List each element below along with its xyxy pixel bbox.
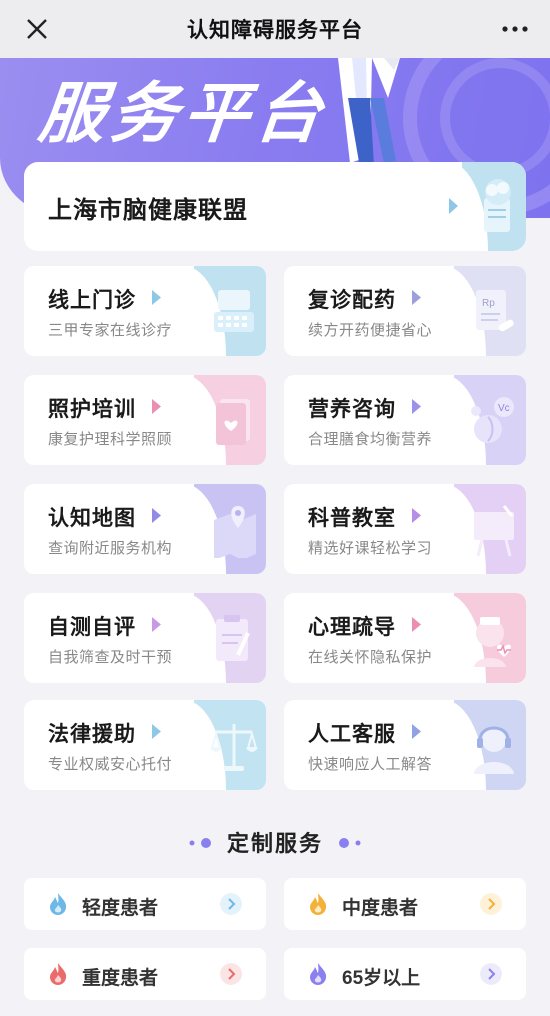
arrow-right-icon xyxy=(152,617,161,632)
keyboard-icon xyxy=(214,290,254,332)
service-title: 营养咨询 xyxy=(308,398,396,421)
service-subtitle: 专业权威安心托付 xyxy=(48,756,173,773)
custom-service-label: 重度患者 xyxy=(82,968,159,989)
care-book-icon xyxy=(216,399,250,445)
service-title: 人工客服 xyxy=(308,723,396,746)
service-subtitle: 合理膳食均衡营养 xyxy=(308,431,433,448)
service-tile-psychological-counseling[interactable]: 心理疏导 在线关怀隐私保护 xyxy=(284,593,526,683)
flame-icon xyxy=(310,963,327,985)
service-tile-self-assessment[interactable]: 自测自评 自我筛查及时干预 xyxy=(24,593,266,683)
clipboard-icon xyxy=(216,615,250,661)
custom-service-label: 65岁以上 xyxy=(342,968,421,989)
service-subtitle: 续方开药便捷省心 xyxy=(308,322,433,339)
service-subtitle: 查询附近服务机构 xyxy=(48,540,173,557)
service-subtitle: 自我筛查及时干预 xyxy=(48,649,173,666)
custom-service-over-65[interactable]: 65岁以上 xyxy=(284,948,526,1000)
service-tile-nutrition-consult[interactable]: Vc 营养咨询 合理膳食均衡营养 xyxy=(284,375,526,465)
blackboard-icon xyxy=(474,505,514,557)
prescription-icon: Rp xyxy=(476,290,514,332)
chevron-right-icon xyxy=(220,963,242,985)
banner-title: 服务平台 xyxy=(35,76,332,150)
custom-service-label: 中度患者 xyxy=(342,898,419,919)
custom-service-label: 轻度患者 xyxy=(82,898,159,919)
featured-label: 上海市脑健康联盟 xyxy=(48,197,248,224)
service-title: 法律援助 xyxy=(48,723,136,746)
arrow-right-icon xyxy=(152,399,161,414)
brain-health-alliance-card[interactable]: 上海市脑健康联盟 xyxy=(24,162,526,251)
arrow-right-icon xyxy=(152,508,161,523)
title-bar: 认知障碍服务平台 xyxy=(0,0,550,58)
service-title: 照护培训 xyxy=(48,398,136,421)
chevron-right-icon xyxy=(220,893,242,915)
service-subtitle: 快速响应人工解答 xyxy=(308,756,433,773)
arrow-right-icon xyxy=(152,290,161,305)
arrow-right-icon xyxy=(412,290,421,305)
vitamin-icon: Vc xyxy=(471,397,514,443)
chevron-right-icon xyxy=(480,893,502,915)
service-title: 科普教室 xyxy=(308,507,396,530)
service-tile-science-classroom[interactable]: 科普教室 精选好课轻松学习 xyxy=(284,484,526,574)
service-title: 心理疏导 xyxy=(308,616,396,639)
custom-service-severe[interactable]: 重度患者 xyxy=(24,948,266,1000)
service-tile-customer-service[interactable]: 人工客服 快速响应人工解答 xyxy=(284,700,526,790)
service-subtitle: 三甲专家在线诊疗 xyxy=(48,322,173,339)
arrow-right-icon xyxy=(412,724,421,739)
service-title: 自测自评 xyxy=(48,616,136,639)
service-subtitle: 在线关怀隐私保护 xyxy=(308,649,433,666)
map-pin-icon xyxy=(214,506,256,558)
service-title: 线上门诊 xyxy=(48,289,136,312)
arrow-right-icon xyxy=(412,617,421,632)
arrow-right-icon xyxy=(449,198,458,214)
scales-icon xyxy=(210,724,258,771)
service-subtitle: 精选好课轻松学习 xyxy=(308,540,433,557)
more-icon[interactable] xyxy=(500,16,530,42)
svg-text:Rp: Rp xyxy=(482,298,495,309)
service-title: 复诊配药 xyxy=(308,289,396,312)
arrow-right-icon xyxy=(412,399,421,414)
flame-icon xyxy=(310,893,327,915)
service-tile-care-training[interactable]: 照护培训 康复护理科学照顾 xyxy=(24,375,266,465)
flame-icon xyxy=(50,893,67,915)
section-title: 定制服务 xyxy=(226,831,323,856)
service-tile-cognitive-map[interactable]: 认知地图 查询附近服务机构 xyxy=(24,484,266,574)
service-tile-legal-aid[interactable]: 法律援助 专业权威安心托付 xyxy=(24,700,266,790)
service-subtitle: 康复护理科学照顾 xyxy=(48,431,173,448)
svg-text:Vc: Vc xyxy=(498,403,510,414)
custom-service-moderate[interactable]: 中度患者 xyxy=(284,878,526,930)
headset-icon xyxy=(474,726,514,774)
nurse-heart-icon xyxy=(474,617,511,667)
arrow-right-icon xyxy=(152,724,161,739)
service-title: 认知地图 xyxy=(48,507,136,530)
brain-report-icon xyxy=(484,179,511,232)
custom-service-mild[interactable]: 轻度患者 xyxy=(24,878,266,930)
arrow-right-icon xyxy=(412,508,421,523)
service-tile-prescription-refill[interactable]: Rp 复诊配药 续方开药便捷省心 xyxy=(284,266,526,356)
service-tile-online-clinic[interactable]: 线上门诊 三甲专家在线诊疗 xyxy=(24,266,266,356)
decorative-dots-icon xyxy=(339,838,361,848)
window-title: 认知障碍服务平台 xyxy=(187,19,363,42)
flame-icon xyxy=(50,963,67,985)
close-icon[interactable] xyxy=(22,14,52,44)
chevron-right-icon xyxy=(480,963,502,985)
